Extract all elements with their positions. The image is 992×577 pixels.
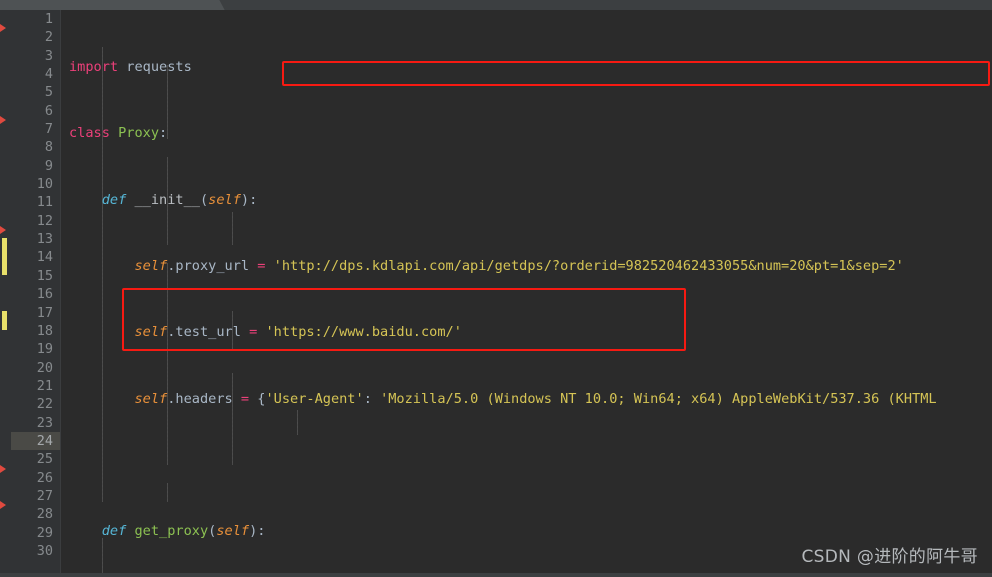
line-number: 2 (44, 29, 53, 46)
editor-body: 1 2 3 4 5 6 7 8 9 10 11 12 13 14 15 16 1… (0, 10, 992, 577)
line-number: 14 (36, 249, 53, 266)
editor-bottom-edge (0, 573, 992, 577)
editor-tab-strip (0, 0, 992, 10)
run-marker-icon[interactable] (0, 116, 6, 124)
line-number: 27 (36, 487, 53, 504)
line-number: 25 (36, 451, 53, 468)
line-number: 20 (36, 359, 53, 376)
code-line: self.proxy_url = 'http://dps.kdlapi.com/… (134, 258, 904, 275)
vcs-change-bar[interactable] (2, 311, 7, 330)
code-line: def __init__(self): (101, 191, 258, 208)
line-number: 28 (36, 506, 53, 523)
line-number: 9 (44, 157, 53, 174)
line-number: 13 (36, 231, 53, 248)
line-number-list: 1 2 3 4 5 6 7 8 9 10 11 12 13 14 15 16 1… (11, 10, 60, 560)
csdn-watermark: CSDN @进阶的阿牛哥 (801, 547, 978, 567)
line-number: 15 (36, 267, 53, 284)
line-number: 26 (36, 469, 53, 486)
line-number: 16 (36, 286, 53, 303)
line-number: 8 (44, 139, 53, 156)
line-number: 4 (44, 66, 53, 83)
line-number: 5 (44, 84, 53, 101)
code-line: self.test_url = 'https://www.baidu.com/' (134, 324, 462, 341)
code-line: import requests (69, 59, 192, 75)
line-number: 3 (44, 47, 53, 64)
line-number: 21 (36, 377, 53, 394)
run-marker-icon[interactable] (0, 501, 6, 509)
editor-tab-active[interactable] (0, 0, 215, 10)
line-number: 10 (36, 176, 53, 193)
gutter-annotation-strip[interactable] (0, 10, 11, 577)
run-marker-icon[interactable] (0, 465, 6, 473)
line-number: 7 (44, 121, 53, 138)
run-marker-icon[interactable] (0, 226, 6, 234)
line-number: 23 (36, 414, 53, 431)
code-line: self.headers = {'User-Agent': 'Mozilla/5… (134, 390, 937, 407)
code-editor-window: 1 2 3 4 5 6 7 8 9 10 11 12 13 14 15 16 1… (0, 0, 992, 577)
line-number: 29 (36, 524, 53, 541)
line-number: 30 (36, 542, 53, 559)
vcs-change-bar[interactable] (2, 238, 7, 275)
line-number: 11 (36, 194, 53, 211)
line-number: 22 (36, 396, 53, 413)
code-line: class Proxy: (69, 125, 168, 142)
code-line: def get_proxy(self): (101, 523, 266, 540)
run-marker-icon[interactable] (0, 24, 6, 32)
code-lines: import requests class Proxy: def __init_… (61, 10, 937, 577)
line-number: 19 (36, 341, 53, 358)
line-number: 18 (36, 322, 53, 339)
code-text-area[interactable]: import requests class Proxy: def __init_… (61, 10, 992, 577)
line-number: 6 (44, 102, 53, 119)
line-number: 12 (36, 212, 53, 229)
line-number-current: 24 (11, 431, 60, 451)
line-number: 17 (36, 304, 53, 321)
line-number: 1 (44, 11, 53, 27)
